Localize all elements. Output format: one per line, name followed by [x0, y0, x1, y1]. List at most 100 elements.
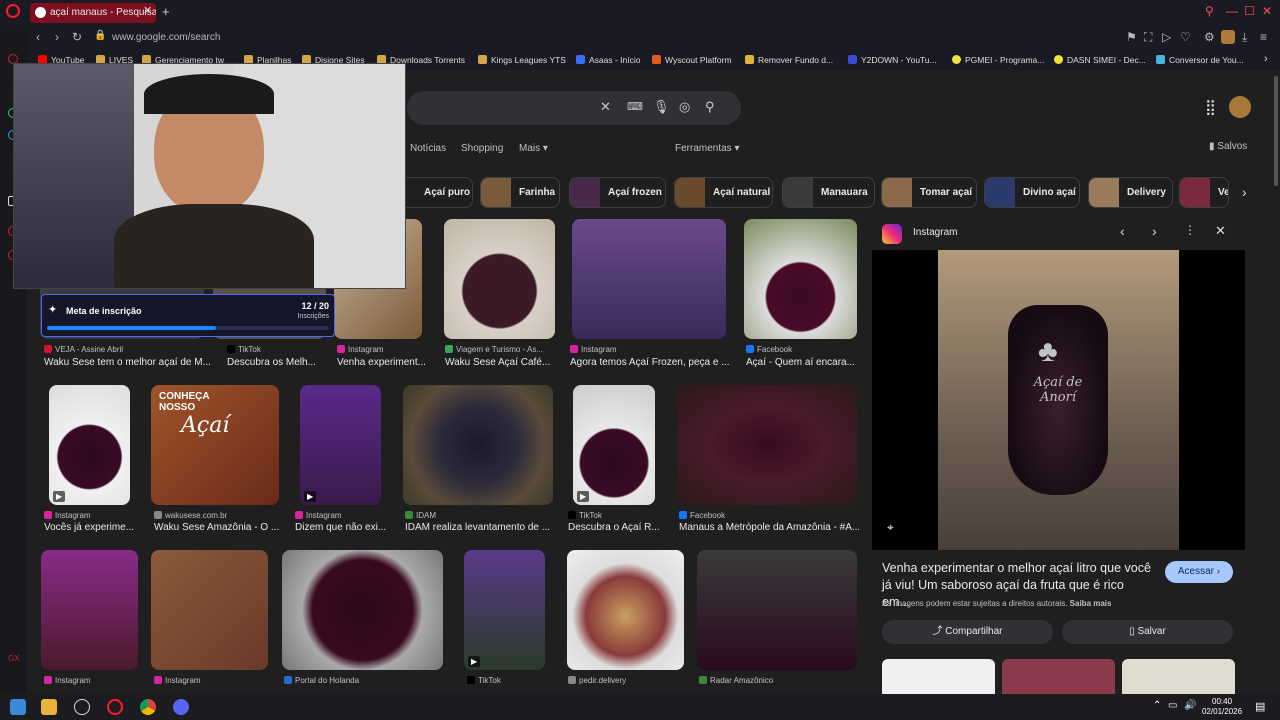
image-result[interactable]: ▶ — [300, 385, 381, 505]
scrollbar-thumb[interactable] — [1274, 76, 1278, 186]
start-icon[interactable] — [10, 699, 26, 715]
image-result[interactable] — [677, 385, 857, 505]
download-icon[interactable]: ⤓ — [1242, 30, 1247, 45]
result-caption[interactable]: IDAM realiza levantamento de ... — [405, 522, 555, 533]
apps-grid-icon[interactable]: ⣿ — [1205, 98, 1216, 116]
maximize-icon[interactable]: ☐ — [1244, 4, 1255, 18]
image-result[interactable] — [403, 385, 553, 505]
search-tabs-icon[interactable]: ⚲ — [1205, 4, 1214, 18]
chip-tomar-acai[interactable]: Tomar açaí — [881, 177, 977, 208]
bookmark-icon[interactable]: ⚑ — [1126, 30, 1137, 44]
search-input[interactable]: ✕ ⌨ 🎙 ◎ ⚲ — [407, 91, 741, 125]
account-avatar[interactable] — [1229, 96, 1251, 118]
voice-search-icon[interactable]: 🎙 — [653, 99, 670, 115]
clear-search-icon[interactable]: ✕ — [600, 99, 611, 115]
result-caption[interactable]: Waku Sese Açaí Café... — [445, 357, 555, 368]
menu-icon[interactable]: ≡ — [1260, 30, 1267, 44]
bookmark-item[interactable]: Wyscout Platform — [652, 55, 732, 65]
access-button[interactable]: Acessar › — [1165, 561, 1233, 583]
chip-acai-puro[interactable]: Açaí puro — [397, 177, 473, 208]
preview-source[interactable]: Instagram — [913, 227, 957, 238]
bookmark-item[interactable]: Conversor de You... — [1156, 55, 1244, 65]
close-tab-icon[interactable]: ✕ — [143, 4, 152, 17]
sidebar-gx-icon[interactable]: GX — [8, 654, 20, 664]
forward-icon[interactable]: › — [55, 30, 59, 44]
preview-more-icon[interactable]: ⋮ — [1184, 223, 1196, 237]
related-image[interactable] — [882, 659, 995, 694]
result-caption[interactable]: Descubra o Açaí R... — [568, 522, 663, 533]
chip-delivery[interactable]: Delivery — [1088, 177, 1173, 208]
url-field[interactable]: www.google.com/search — [112, 32, 220, 43]
result-caption[interactable]: Açaí - Quem aí encara... — [746, 357, 866, 368]
notifications-icon[interactable]: ▤ — [1255, 700, 1265, 713]
result-caption[interactable]: Agora temos Açaí Frozen, peça e ... — [570, 357, 730, 368]
share-button[interactable]: ⤴ Compartilhar — [882, 620, 1053, 644]
related-image[interactable] — [1002, 659, 1115, 694]
search-icon[interactable]: ⚲ — [705, 99, 715, 115]
obs-icon[interactable] — [74, 699, 90, 715]
result-caption[interactable]: Descubra os Melh... — [227, 357, 322, 368]
image-result[interactable]: ▶ — [464, 550, 545, 670]
heart-icon[interactable]: ♡ — [1180, 30, 1191, 44]
preview-image[interactable]: ♣ Açaí de Anorí ⌖ — [872, 250, 1245, 550]
clock-time[interactable]: 00:40 — [1212, 697, 1232, 706]
opera-logo-icon[interactable] — [6, 4, 20, 18]
bookmark-item[interactable]: Kings Leagues YTS — [478, 55, 566, 65]
learn-more-link[interactable]: Saiba mais — [1070, 599, 1112, 608]
image-result[interactable] — [567, 550, 684, 670]
result-caption[interactable]: Waku Sese tem o melhor açaí de M... — [44, 357, 214, 368]
image-result[interactable] — [697, 550, 857, 670]
tools-button[interactable]: Ferramentas ▾ — [675, 143, 739, 154]
keyboard-icon[interactable]: ⌨ — [627, 100, 643, 113]
discord-icon[interactable] — [173, 699, 189, 715]
image-result[interactable] — [572, 219, 726, 339]
bookmark-item[interactable]: PGMEI - Programa... — [952, 55, 1044, 65]
lens-icon[interactable]: ◎ — [679, 99, 690, 115]
bookmark-item[interactable]: DASN SIMEI - Dec... — [1054, 55, 1146, 65]
tab-mais[interactable]: Mais ▾ — [519, 143, 548, 154]
lens-search-icon[interactable]: ⌖ — [887, 520, 894, 535]
image-result[interactable] — [282, 550, 443, 670]
snapshot-icon[interactable]: ⛶ — [1144, 30, 1152, 45]
new-tab-icon[interactable]: + — [162, 4, 170, 19]
chip-more[interactable]: Ve — [1179, 177, 1229, 208]
clock-date[interactable]: 02/01/2026 — [1202, 707, 1242, 716]
image-result[interactable] — [151, 550, 268, 670]
opera-gx-icon[interactable] — [107, 699, 123, 715]
image-result[interactable]: ▶ — [49, 385, 130, 505]
result-caption[interactable]: Manaus a Metrópole da Amazônia - #A... — [679, 522, 859, 533]
result-caption[interactable]: Venha experiment... — [337, 357, 427, 368]
chip-divino-acai[interactable]: Divino açaí — [984, 177, 1080, 208]
profile-avatar[interactable] — [1221, 30, 1235, 44]
file-explorer-icon[interactable] — [41, 699, 57, 715]
preview-prev-icon[interactable]: ‹ — [1120, 223, 1125, 239]
result-caption[interactable]: Dizem que não exi... — [295, 522, 390, 533]
volume-icon[interactable]: 🔊 — [1184, 700, 1196, 711]
chrome-icon[interactable] — [140, 699, 156, 715]
play-icon[interactable]: ▷ — [1162, 30, 1171, 44]
image-result[interactable] — [444, 219, 555, 339]
preview-next-icon[interactable]: › — [1152, 223, 1157, 239]
related-image[interactable] — [1122, 659, 1235, 694]
chip-acai-natural[interactable]: Açaí natural — [674, 177, 773, 208]
chip-manauara[interactable]: Manauara — [782, 177, 875, 208]
tab-shopping[interactable]: Shopping — [461, 143, 503, 154]
tab-noticias[interactable]: Notícias — [410, 143, 446, 154]
bookmark-item[interactable]: Asaas - Início — [576, 55, 641, 65]
bookmarks-more-icon[interactable]: › — [1264, 53, 1268, 65]
chip-farinha[interactable]: Farinha — [480, 177, 560, 208]
reload-icon[interactable]: ↻ — [72, 30, 82, 44]
image-result[interactable] — [41, 550, 138, 670]
result-caption[interactable]: Waku Sese Amazônia - O ... — [154, 522, 284, 533]
tray-chevron-icon[interactable]: ⌃ — [1153, 700, 1161, 711]
bookmark-item[interactable]: Remover Fundo d... — [745, 55, 833, 65]
preview-close-icon[interactable]: ✕ — [1215, 223, 1226, 239]
chips-next-icon[interactable]: › — [1242, 184, 1247, 200]
image-result[interactable]: ▶ — [573, 385, 655, 505]
result-caption[interactable]: Vocês já experime... — [44, 522, 144, 533]
tab-active[interactable]: açaí manaus - Pesquisa Go — [30, 3, 156, 23]
minimize-icon[interactable]: — — [1226, 4, 1238, 18]
chip-acai-frozen[interactable]: Açaí frozen — [569, 177, 666, 208]
image-result[interactable]: CONHEÇA NOSSO Açaí — [151, 385, 279, 505]
page-scrollbar[interactable] — [1272, 70, 1280, 694]
